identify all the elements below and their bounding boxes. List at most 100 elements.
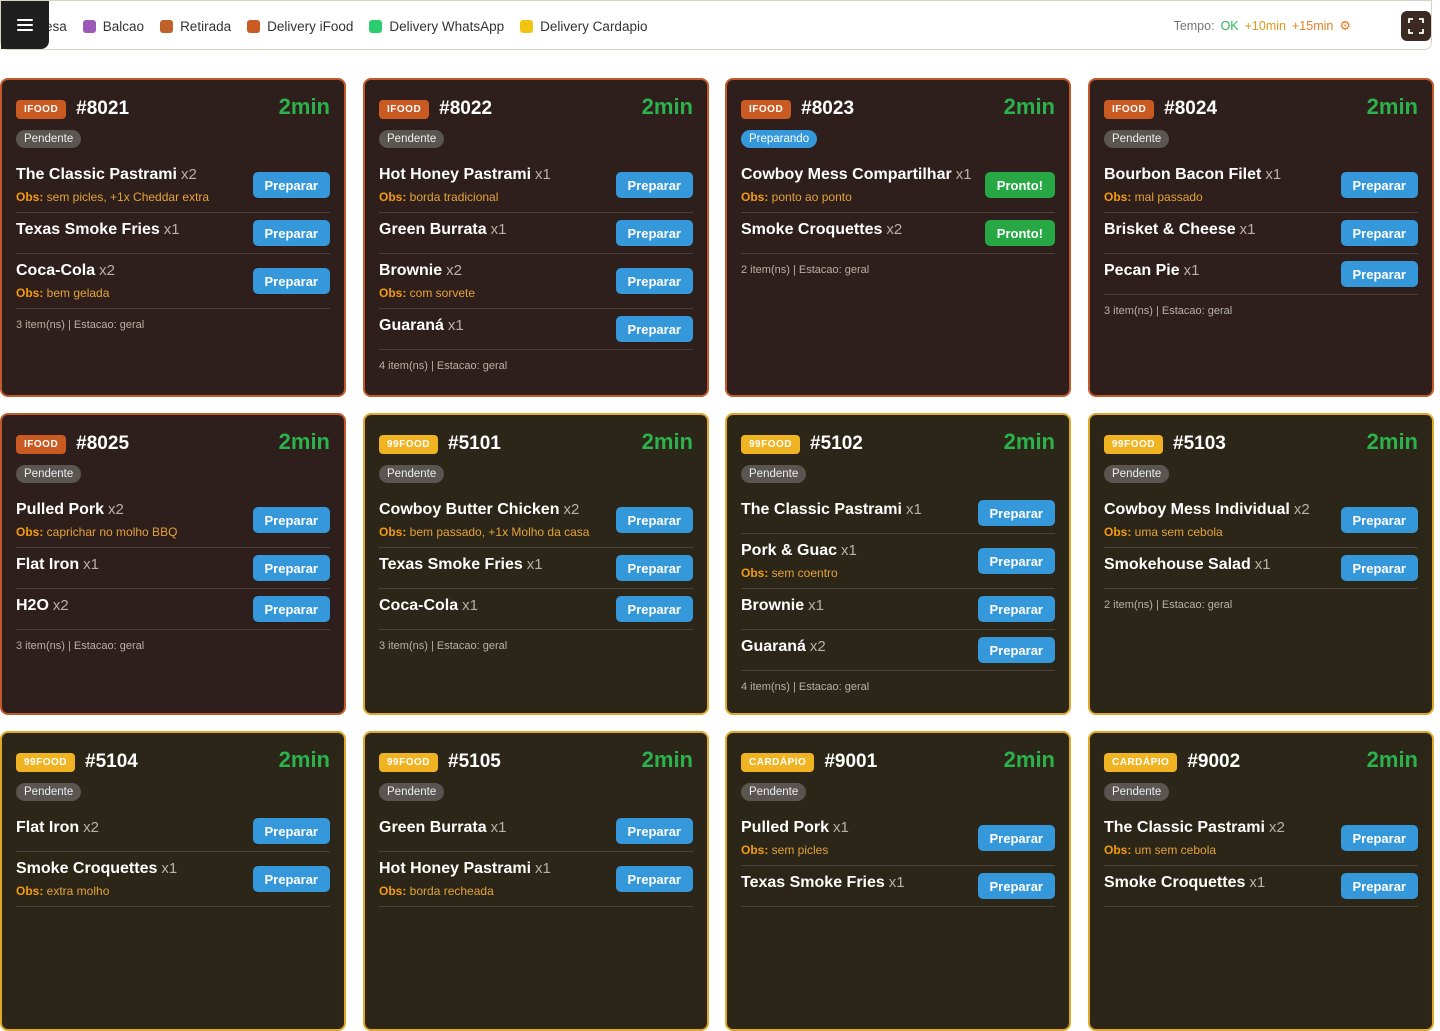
preparar-button[interactable]: Preparar [977, 500, 1055, 526]
source-badge: 99FOOD [741, 434, 801, 454]
obs-text: com sorvete [409, 286, 476, 300]
preparar-button[interactable]: Preparar [615, 596, 693, 622]
list-item: Smoke Croquettes x1 Obs: extra molho Prepar… [16, 852, 330, 907]
obs-text: ponto ao ponto [771, 190, 852, 204]
item-qty: x1 [535, 166, 551, 183]
item-list: The Classic Pastrami x2 Obs: sem picles, +… [16, 158, 330, 309]
item-qty: x1 [841, 542, 857, 559]
preparar-button[interactable]: Preparar [615, 507, 693, 533]
order-card[interactable]: 99FOOD #5105 2min Pendente Green Burrata x1 Pr… [363, 731, 709, 1031]
source-badge: 99FOOD [16, 752, 76, 772]
item-qty: x1 [888, 874, 905, 891]
order-timer: 2min [278, 94, 330, 119]
item-name: The Classic Pastrami [16, 166, 177, 183]
card-footer: 3 item(ns) | Estacao: geral [16, 319, 145, 331]
list-item: Bourbon Bacon Filet x1 Obs: mal passado Pre… [1104, 158, 1418, 213]
preparar-button[interactable]: Preparar [977, 873, 1055, 899]
preparar-button[interactable]: Preparar [1340, 825, 1418, 851]
obs-label: Obs: [16, 286, 47, 300]
list-item: Coca-Cola x2 Obs: bem gelada Preparar [16, 254, 330, 309]
order-timer: 2min [1003, 429, 1055, 454]
preparar-button[interactable]: Preparar [252, 268, 330, 294]
pronto-button[interactable]: Pronto! [984, 220, 1055, 246]
legend-item: Delivery WhatsApp [369, 19, 504, 34]
obs-label: Obs: [379, 525, 410, 539]
preparar-button[interactable]: Preparar [615, 316, 693, 342]
preparar-button[interactable]: Preparar [1340, 555, 1418, 581]
item-qty: x2 [809, 638, 826, 655]
settings-icon[interactable]: ⚙ [1339, 18, 1351, 34]
order-number: #9002 [1187, 751, 1241, 772]
obs-text: sem picles [771, 843, 829, 857]
obs-text: uma sem cebola [1134, 525, 1223, 539]
preparar-button[interactable]: Preparar [252, 172, 330, 198]
order-card[interactable]: 99FOOD #5102 2min Pendente The Classic Pastr… [725, 413, 1071, 715]
order-number: #8025 [76, 433, 130, 454]
list-item: Smoke Croquettes x1 Preparar [1104, 866, 1418, 907]
item-name: The Classic Pastrami [741, 501, 902, 518]
source-badge: IFOOD [16, 99, 67, 119]
preparar-button[interactable]: Preparar [615, 866, 693, 892]
item-name: Smokehouse Salad [1104, 556, 1251, 573]
item-name: The Classic Pastrami [1104, 819, 1265, 836]
preparar-button[interactable]: Preparar [1340, 172, 1418, 198]
list-item: Guaraná x1 Preparar [379, 309, 693, 350]
pronto-button[interactable]: Pronto! [984, 172, 1055, 198]
obs-text: sem picles, +1x Cheddar extra [46, 190, 210, 204]
legend-item: Balcao [82, 18, 145, 34]
order-card[interactable]: 99FOOD #5104 2min Pendente Flat Iron x2 Prepar… [0, 731, 346, 1031]
order-card[interactable]: IFOOD #8021 2min Pendente The Classic Pastra… [0, 78, 346, 397]
list-item: Brownie x1 Preparar [741, 589, 1055, 630]
preparar-button[interactable]: Preparar [1340, 261, 1418, 287]
preparar-button[interactable]: Preparar [615, 818, 693, 844]
status-badge: Pendente [741, 783, 807, 801]
order-card[interactable]: CARDÁPIO #9002 2min Pendente The Classic Pas… [1088, 731, 1434, 1031]
item-qty: x1 [83, 556, 99, 573]
obs-text: extra molho [46, 884, 110, 898]
order-card[interactable]: IFOOD #8023 2min Preparando Cowboy Mess Comp… [725, 78, 1071, 397]
preparar-button[interactable]: Preparar [615, 268, 693, 294]
preparar-button[interactable]: Preparar [977, 637, 1055, 663]
item-list: Cowboy Mess Compartilhar x1 Obs: ponto ao … [741, 158, 1055, 254]
order-card[interactable]: 99FOOD #5101 2min Pendente Cowboy Butter Chi… [363, 413, 709, 715]
order-timer: 2min [641, 747, 693, 772]
obs-text: bem passado, +1x Molho da casa [409, 525, 590, 539]
legend-swatch [520, 19, 534, 33]
source-badge: 99FOOD [379, 752, 439, 772]
preparar-button[interactable]: Preparar [252, 596, 330, 622]
preparar-button[interactable]: Preparar [1340, 873, 1418, 899]
obs-label: Obs: [379, 190, 410, 204]
preparar-button[interactable]: Preparar [977, 548, 1055, 574]
item-qty: x1 [526, 556, 543, 573]
preparar-button[interactable]: Preparar [615, 172, 693, 198]
order-card[interactable]: IFOOD #8024 2min Pendente Bourbon Bacon File… [1088, 78, 1434, 397]
order-card[interactable]: IFOOD #8025 2min Pendente Pulled Pork x2 Obs: … [0, 413, 346, 715]
item-list: Pulled Pork x1 Obs: sem picles Preparar Texa… [741, 811, 1055, 907]
preparar-button[interactable]: Preparar [252, 507, 330, 533]
fullscreen-icon[interactable] [1401, 11, 1431, 41]
tempo-label: Tempo: [1173, 19, 1215, 33]
preparar-button[interactable]: Preparar [252, 818, 330, 844]
preparar-button[interactable]: Preparar [1340, 507, 1418, 533]
preparar-button[interactable]: Preparar [615, 555, 693, 581]
preparar-button[interactable]: Preparar [977, 825, 1055, 851]
preparar-button[interactable]: Preparar [252, 866, 330, 892]
item-name: Pecan Pie [1104, 262, 1180, 279]
legend-label: Delivery Cardapio [540, 18, 648, 34]
order-card[interactable]: 99FOOD #5103 2min Pendente Cowboy Mess Indiv… [1088, 413, 1434, 715]
list-item: H2O x2 Preparar [16, 589, 330, 630]
order-timer: 2min [1366, 429, 1418, 454]
item-qty: x1 [1254, 556, 1271, 573]
order-card[interactable]: CARDÁPIO #9001 2min Pendente Pulled Pork x1 Ob… [725, 731, 1071, 1031]
order-card[interactable]: IFOOD #8022 2min Pendente Hot Honey Pastrami… [363, 78, 709, 397]
preparar-button[interactable]: Preparar [977, 596, 1055, 622]
legend-label: Balcao [102, 18, 145, 34]
item-name: Coca-Cola [16, 262, 96, 279]
preparar-button[interactable]: Preparar [615, 220, 693, 246]
hamburger-icon[interactable] [1, 1, 49, 49]
preparar-button[interactable]: Preparar [252, 555, 330, 581]
list-item: Brownie x2 Obs: com sorvete Preparar [379, 254, 693, 309]
preparar-button[interactable]: Preparar [252, 220, 330, 246]
preparar-button[interactable]: Preparar [1340, 220, 1418, 246]
legend-item: Delivery iFood [247, 19, 353, 34]
